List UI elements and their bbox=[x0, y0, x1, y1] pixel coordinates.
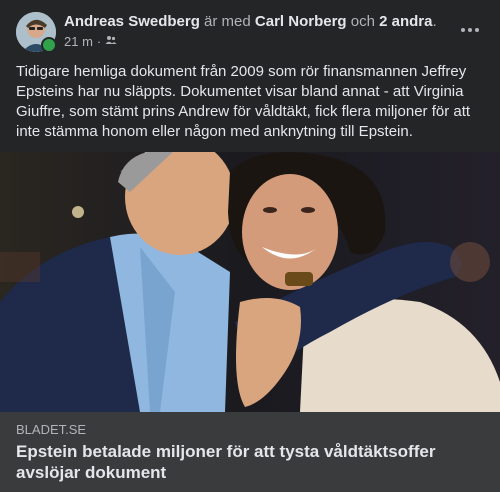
author-name-link[interactable]: Andreas Swedberg bbox=[64, 13, 200, 30]
post-timestamp[interactable]: 21 m bbox=[64, 33, 93, 51]
link-preview-card[interactable]: BLADET.SE Epstein betalade miljoner för … bbox=[0, 412, 500, 492]
link-title[interactable]: Epstein betalade miljoner för att tysta … bbox=[16, 441, 484, 483]
post-header: Andreas Swedberg är med Carl Norberg och… bbox=[16, 12, 484, 56]
and-text: och bbox=[350, 13, 375, 30]
feed-post: Andreas Swedberg är med Carl Norberg och… bbox=[0, 0, 500, 492]
link-preview-image[interactable] bbox=[0, 152, 500, 412]
title-period: . bbox=[432, 13, 437, 30]
post-text: Tidigare hemliga dokument från 2009 som … bbox=[16, 63, 471, 140]
author-avatar[interactable] bbox=[16, 12, 57, 53]
link-domain: BLADET.SE bbox=[16, 422, 87, 437]
post-meta: 21 m · bbox=[64, 33, 117, 51]
meta-separator: · bbox=[96, 34, 102, 49]
more-options-button[interactable] bbox=[456, 20, 484, 40]
friends-icon[interactable] bbox=[105, 33, 117, 51]
post-title-line: Andreas Swedberg är med Carl Norberg och… bbox=[64, 12, 454, 32]
online-status-dot bbox=[41, 37, 57, 53]
others-link[interactable]: 2 andra bbox=[379, 13, 432, 30]
photo-image bbox=[0, 152, 500, 412]
with-text: är med bbox=[204, 13, 251, 30]
tagged-person-link[interactable]: Carl Norberg bbox=[255, 13, 347, 30]
